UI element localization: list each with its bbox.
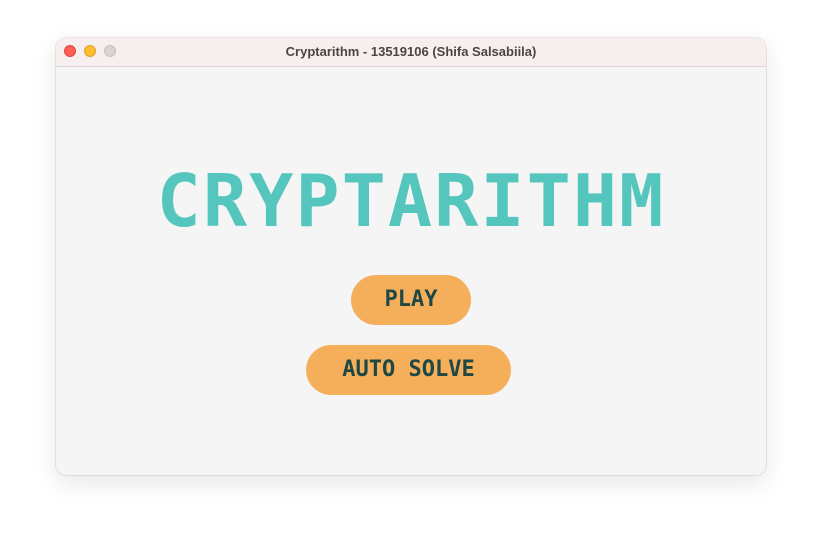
title-bar[interactable]: Cryptarithm - 13519106 (Shifa Salsabiila… [56, 38, 766, 67]
app-logo-title: CRYPTARITHM [156, 159, 666, 243]
auto-solve-button[interactable]: AUTO SOLVE [306, 345, 511, 395]
main-content: CRYPTARITHM PLAY AUTO SOLVE [56, 67, 766, 475]
play-button[interactable]: PLAY [351, 275, 471, 325]
app-window: Cryptarithm - 13519106 (Shifa Salsabiila… [56, 38, 766, 475]
window-title: Cryptarithm - 13519106 (Shifa Salsabiila… [285, 44, 537, 59]
